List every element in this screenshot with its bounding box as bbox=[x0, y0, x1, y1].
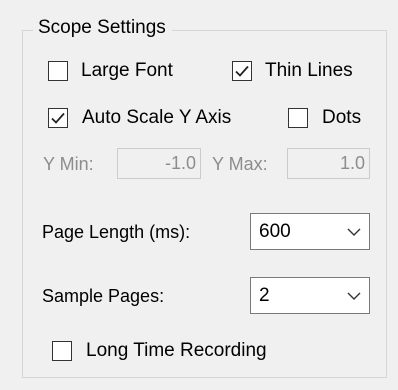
sample-pages-select[interactable]: 2 bbox=[250, 277, 370, 314]
sample-pages-value: 2 bbox=[259, 285, 270, 306]
y-min-label: Y Min: bbox=[43, 154, 94, 174]
y-min-input[interactable]: -1.0 bbox=[117, 148, 201, 179]
page-length-value: 600 bbox=[259, 221, 291, 242]
y-max-label: Y Max: bbox=[212, 154, 268, 174]
sample-pages-label: Sample Pages: bbox=[42, 286, 165, 306]
dots-checkbox-box[interactable] bbox=[288, 108, 308, 128]
auto-scale-y-axis-checkbox[interactable]: Auto Scale Y Axis bbox=[48, 104, 231, 132]
dots-label: Dots bbox=[322, 107, 362, 128]
checkmark-icon bbox=[235, 65, 249, 77]
dots-checkbox[interactable]: Dots bbox=[288, 104, 361, 132]
chevron-down-icon[interactable] bbox=[339, 278, 369, 313]
long-time-label: Long Time Recording bbox=[86, 340, 267, 361]
auto-scale-checkbox-box[interactable] bbox=[48, 108, 68, 128]
long-time-checkbox-box[interactable] bbox=[52, 341, 72, 361]
thin-lines-checkbox[interactable]: Thin Lines bbox=[232, 57, 353, 85]
scope-settings-panel: Scope Settings Large Font Thin Lines Aut… bbox=[0, 0, 398, 390]
large-font-label: Large Font bbox=[81, 60, 173, 81]
checkmark-icon bbox=[51, 112, 65, 124]
long-time-recording-checkbox[interactable]: Long Time Recording bbox=[52, 337, 267, 365]
page-length-select[interactable]: 600 bbox=[250, 213, 370, 250]
y-max-input[interactable]: 1.0 bbox=[287, 148, 370, 179]
large-font-checkbox-box[interactable] bbox=[48, 61, 68, 81]
thin-lines-label: Thin Lines bbox=[265, 60, 353, 81]
group-title: Scope Settings bbox=[33, 14, 172, 42]
large-font-checkbox[interactable]: Large Font bbox=[48, 57, 173, 85]
auto-scale-label: Auto Scale Y Axis bbox=[82, 107, 232, 128]
thin-lines-checkbox-box[interactable] bbox=[232, 61, 252, 81]
page-length-label: Page Length (ms): bbox=[42, 222, 191, 242]
chevron-down-icon[interactable] bbox=[339, 214, 369, 249]
